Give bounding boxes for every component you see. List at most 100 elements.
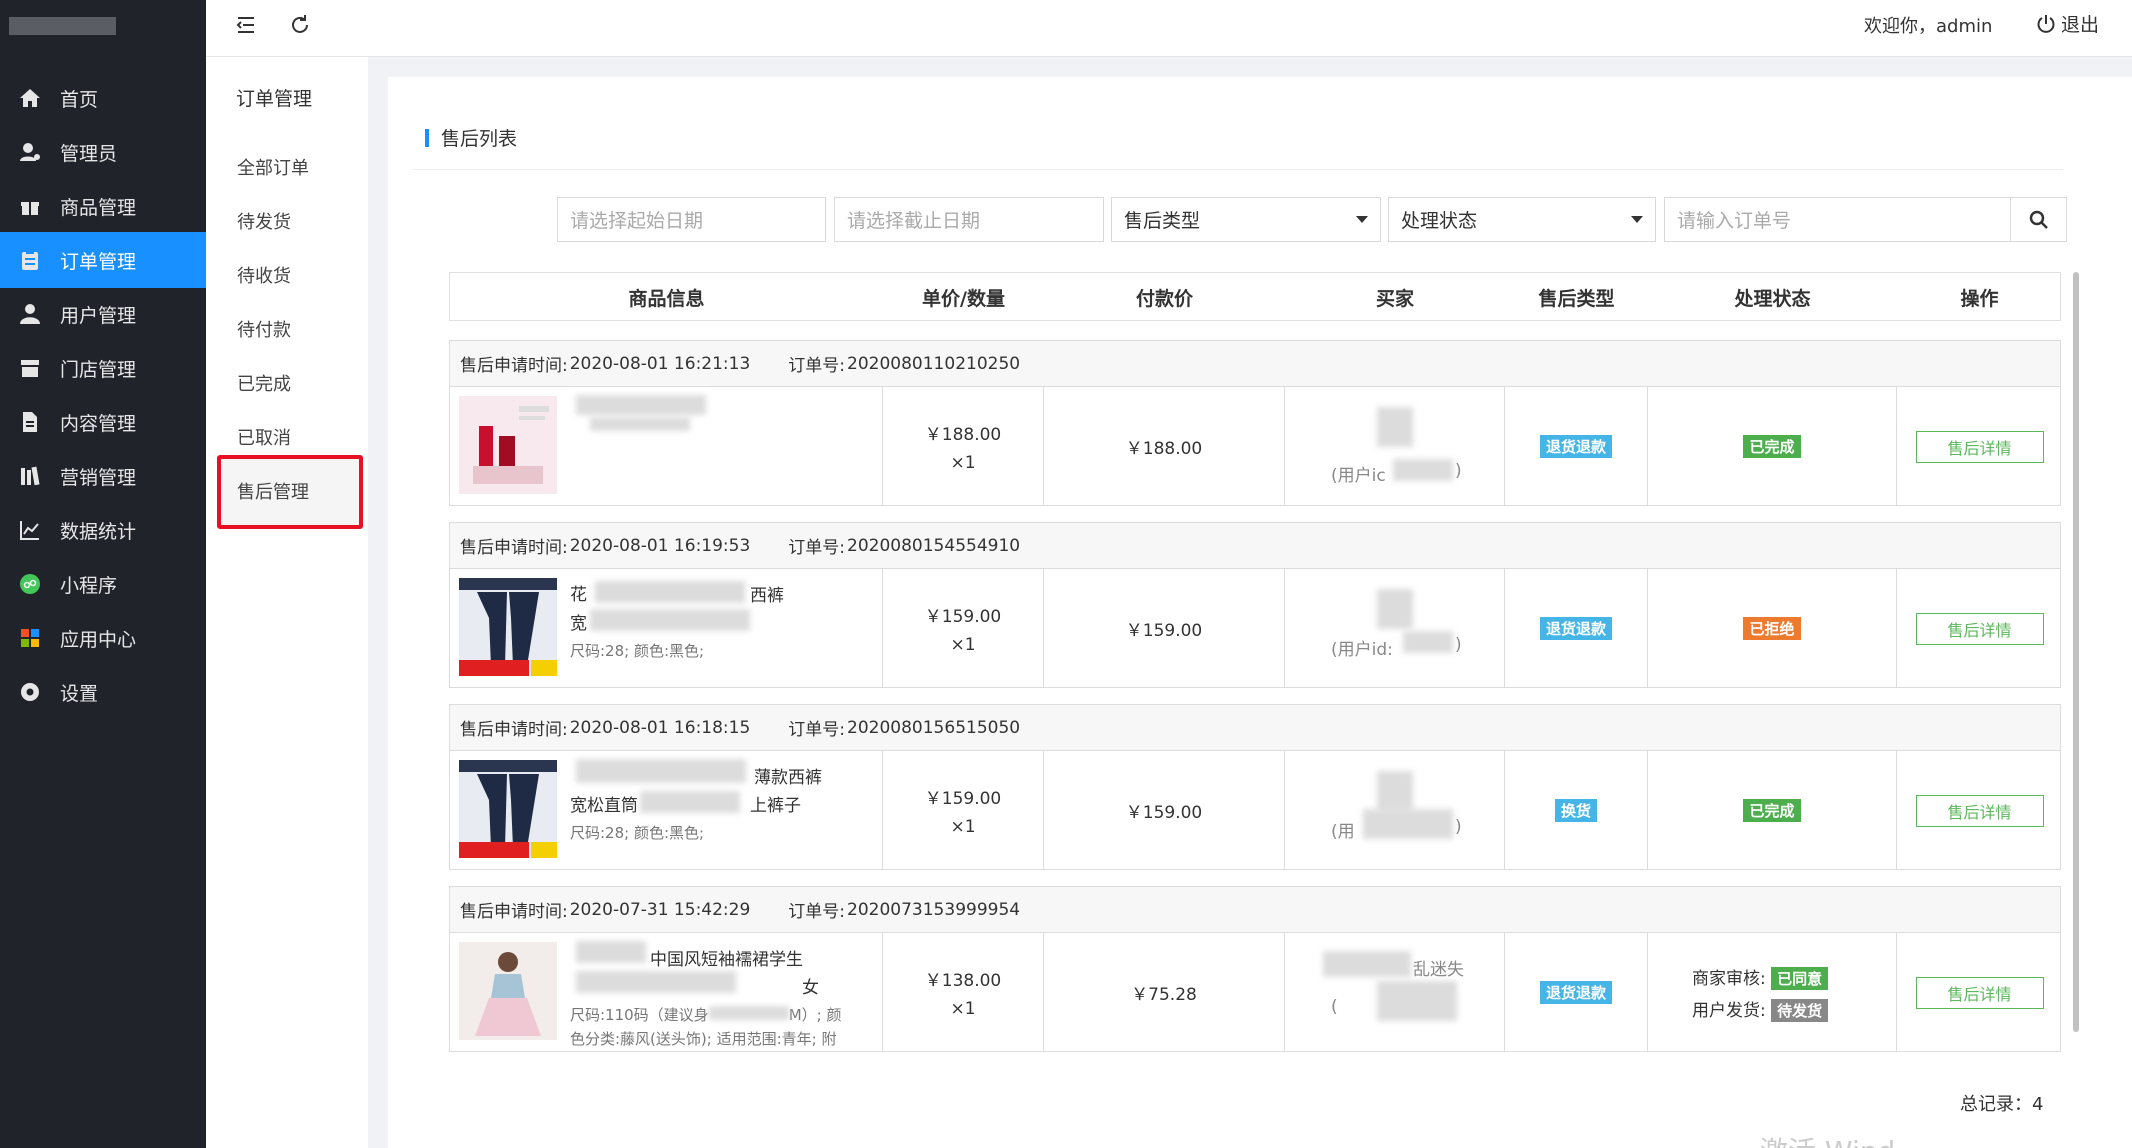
- start-date-input[interactable]: 请选择起始日期: [557, 197, 826, 242]
- buyer-id-suffix: ): [1455, 635, 1462, 655]
- after-sales-detail-button[interactable]: 售后详情: [1915, 430, 2044, 463]
- product-image[interactable]: [459, 942, 557, 1040]
- user-ship-badge: 待发货: [1771, 998, 1829, 1022]
- divider: [413, 169, 2063, 170]
- order-row: 售后申请时间: 2020-08-01 16:21:13 订单号: 2020080…: [449, 340, 2061, 506]
- sidebar-item-apps[interactable]: 应用中心: [0, 610, 206, 666]
- gear-icon: [0, 680, 60, 704]
- subnav-item-completed[interactable]: 已完成: [237, 370, 291, 396]
- redacted-spec: [708, 1006, 789, 1020]
- user-icon: [0, 302, 60, 326]
- sidebar-item-label: 数据统计: [60, 520, 137, 543]
- product-image[interactable]: [459, 760, 557, 858]
- quantity: ×1: [950, 817, 976, 837]
- logout-button[interactable]: 退出: [2035, 10, 2099, 37]
- after-sales-detail-button[interactable]: 售后详情: [1915, 976, 2044, 1009]
- status-badge: 已拒绝: [1743, 617, 1801, 640]
- sidebar-item-clipboard[interactable]: 订单管理: [0, 232, 206, 288]
- header-price-qty: 单价/数量: [922, 288, 1005, 310]
- product-image[interactable]: [459, 396, 557, 494]
- chevron-down-icon: [1356, 216, 1368, 223]
- apps-icon: [0, 626, 60, 650]
- admin-icon: [0, 140, 60, 164]
- subnav-item-cancelled[interactable]: 已取消: [237, 424, 291, 450]
- document-icon: [0, 410, 60, 434]
- books-icon: [0, 464, 60, 488]
- activation-watermark: 激活 Wind: [1760, 1130, 1895, 1148]
- sidebar-item-mini-program[interactable]: 小程序: [0, 556, 206, 612]
- sidebar-item-gear[interactable]: 设置: [0, 664, 206, 720]
- product-image[interactable]: [459, 578, 557, 676]
- sidebar-item-label: 应用中心: [60, 628, 137, 651]
- merchant-review-row: 商家审核: 已同意: [1692, 964, 1829, 990]
- buyer-id: (用户id:: [1331, 640, 1393, 660]
- redacted-product-name: [576, 971, 736, 993]
- sidebar-item-gift[interactable]: 商品管理: [0, 178, 206, 234]
- product-name-part: 女: [802, 978, 819, 998]
- redacted-buyer-id: [1377, 981, 1457, 1021]
- subnav-item-pending-receive[interactable]: 待收货: [237, 262, 291, 288]
- clipboard-icon: [0, 248, 60, 272]
- sidebar-item-user[interactable]: 用户管理: [0, 286, 206, 342]
- buyer-cell: 乱迷失 (: [1285, 933, 1505, 1052]
- search-button[interactable]: [2010, 197, 2067, 242]
- header-after-sales-type: 售后类型: [1538, 288, 1615, 310]
- scrollbar[interactable]: [2073, 272, 2079, 1032]
- buyer-cell: (用户id: ): [1285, 569, 1505, 688]
- status-select[interactable]: 处理状态: [1388, 197, 1656, 242]
- apply-time: 2020-08-01 16:21:13: [569, 353, 751, 374]
- after-sales-detail-button[interactable]: 售后详情: [1915, 794, 2044, 827]
- product-name-part: 花: [570, 585, 587, 605]
- after-sales-type-cell: 换货: [1505, 751, 1648, 870]
- order-no-label: 订单号:: [788, 720, 846, 740]
- sidebar-item-label: 商品管理: [60, 196, 137, 219]
- highlight-box: [217, 455, 363, 529]
- product-info-cell: [450, 387, 883, 506]
- redacted-buyer-id: [1403, 631, 1453, 653]
- sidebar-item-document[interactable]: 内容管理: [0, 394, 206, 450]
- chevron-down-icon: [1631, 216, 1643, 223]
- redacted-product-name: [590, 417, 690, 431]
- order-no-label: 订单号:: [788, 538, 846, 558]
- collapse-menu-icon[interactable]: [233, 12, 259, 38]
- sidebar-item-label: 设置: [60, 682, 99, 705]
- sidebar-item-home[interactable]: 首页: [0, 70, 206, 126]
- order-number-input[interactable]: 请输入订单号: [1664, 197, 2011, 242]
- sidebar-item-admin[interactable]: 管理员: [0, 124, 206, 180]
- gift-icon: [0, 194, 60, 218]
- header-pay-price: 付款价: [1135, 288, 1193, 310]
- order-row: 售后申请时间: 2020-08-01 16:19:53 订单号: 2020080…: [449, 522, 2061, 688]
- sidebar-item-store[interactable]: 门店管理: [0, 340, 206, 396]
- merchant-review-badge: 已同意: [1771, 966, 1829, 990]
- subnav-item-all-orders[interactable]: 全部订单: [237, 154, 309, 180]
- after-sales-detail-button[interactable]: 售后详情: [1915, 612, 2044, 645]
- apply-time: 2020-08-01 16:19:53: [569, 535, 751, 556]
- redacted-avatar: [1377, 771, 1413, 811]
- buyer-id: (用: [1331, 822, 1355, 842]
- after-sales-type-select[interactable]: 售后类型: [1111, 197, 1381, 242]
- page-title: 售后列表: [425, 124, 517, 151]
- logout-label: 退出: [2061, 14, 2100, 36]
- product-name-part: 薄款西裤: [754, 768, 822, 788]
- buyer-id: (: [1331, 997, 1338, 1017]
- sidebar-item-label: 营销管理: [60, 466, 137, 489]
- redacted-product-name: [576, 395, 706, 415]
- price-qty-cell: ￥188.00 ×1: [883, 387, 1044, 506]
- type-badge: 退货退款: [1539, 981, 1612, 1004]
- apply-time-label: 售后申请时间:: [460, 720, 568, 740]
- redacted-avatar: [1377, 589, 1413, 629]
- unit-price: ￥138.00: [924, 971, 1002, 991]
- redacted-product-name: [576, 759, 746, 783]
- sidebar-item-books[interactable]: 营销管理: [0, 448, 206, 504]
- sidebar-item-line-chart[interactable]: 数据统计: [0, 502, 206, 558]
- pay-price-cell: ￥159.00: [1044, 751, 1285, 870]
- order-header: 售后申请时间: 2020-08-01 16:21:13 订单号: 2020080…: [450, 341, 2060, 387]
- pay-price: ￥159.00: [1125, 621, 1203, 641]
- subnav-item-pending-payment[interactable]: 待付款: [237, 316, 291, 342]
- type-select-value: 售后类型: [1124, 210, 1201, 232]
- refresh-icon[interactable]: [287, 12, 313, 38]
- end-date-input[interactable]: 请选择截止日期: [834, 197, 1104, 242]
- search-icon: [2029, 210, 2048, 229]
- type-badge: 退货退款: [1539, 435, 1612, 458]
- subnav-item-pending-ship[interactable]: 待发货: [237, 208, 291, 234]
